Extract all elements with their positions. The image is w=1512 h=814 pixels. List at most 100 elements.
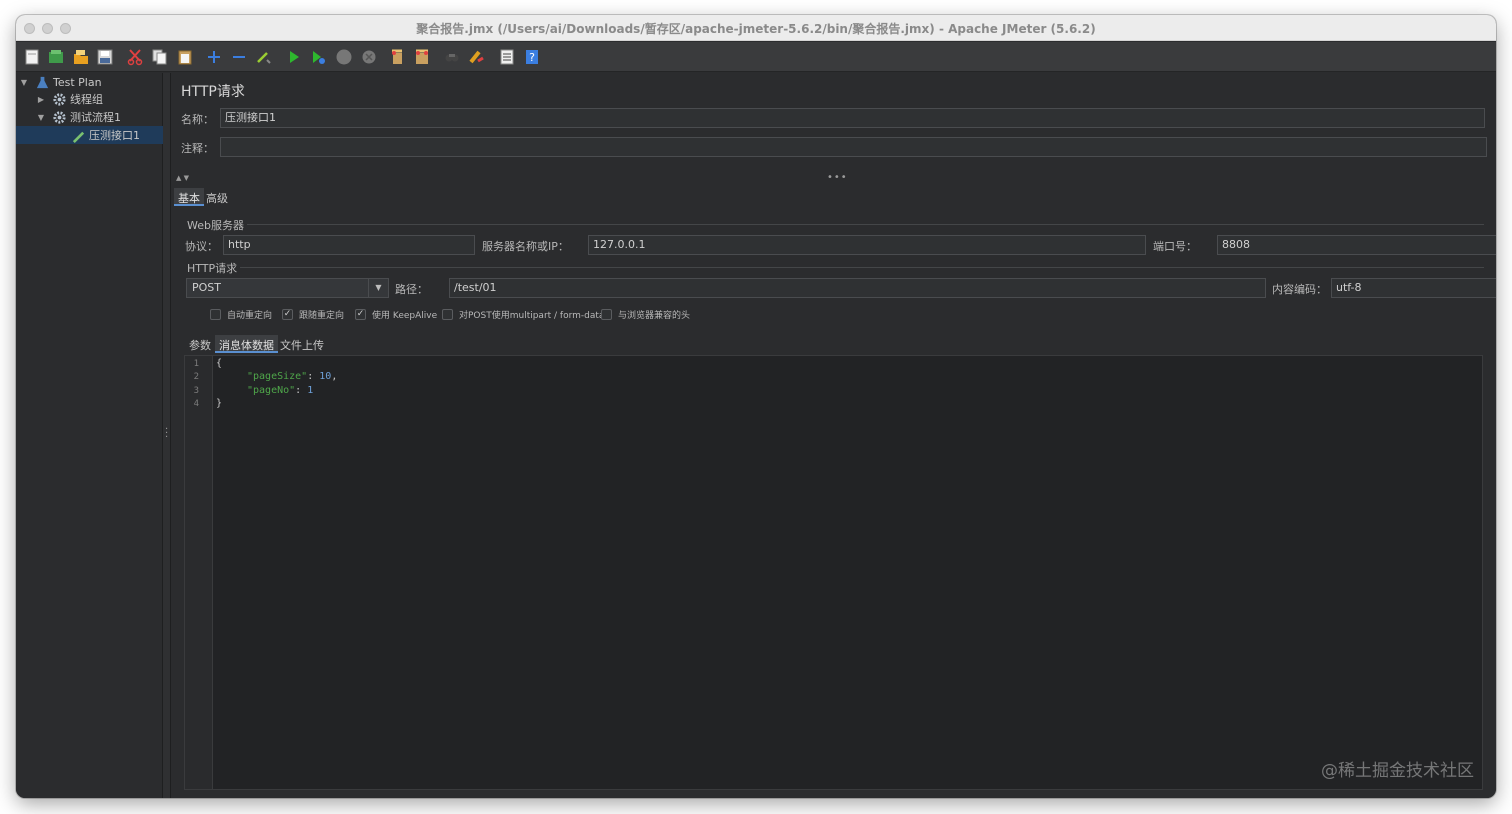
port-label: 端口号： bbox=[1153, 240, 1197, 253]
code-line-4: } bbox=[216, 398, 223, 409]
name-field[interactable]: 压测接口1 bbox=[220, 108, 1485, 128]
collapsed-caret-icon[interactable]: ▶ bbox=[36, 94, 46, 104]
expand-icon[interactable] bbox=[204, 47, 224, 67]
line-number: 2 bbox=[193, 372, 199, 382]
save-icon[interactable] bbox=[95, 47, 115, 67]
body-editor[interactable]: 1 2 3 4 { "pageSize": 10, "pageNo": 1 } … bbox=[184, 355, 1483, 790]
follow-redirect-checkbox[interactable]: ✓ 跟随重定向 bbox=[282, 308, 344, 321]
help-icon[interactable]: ? bbox=[522, 47, 542, 67]
gear-icon bbox=[51, 109, 67, 125]
tree-item-label: 线程组 bbox=[70, 93, 103, 106]
tab-parameters[interactable]: 参数 bbox=[185, 335, 215, 353]
stop-icon[interactable] bbox=[334, 47, 354, 67]
method-value: POST bbox=[192, 281, 221, 294]
search-icon[interactable] bbox=[442, 47, 462, 67]
pen-icon bbox=[70, 127, 86, 143]
browser-headers-checkbox[interactable]: 与浏览器兼容的头 bbox=[601, 308, 690, 321]
flask-icon bbox=[34, 74, 50, 90]
checkbox-box[interactable]: ✓ bbox=[282, 309, 293, 320]
start-no-pause-icon[interactable] bbox=[308, 47, 328, 67]
json-key: "pageSize" bbox=[247, 371, 308, 382]
up-down-arrows-icon[interactable]: ▲ ▼ bbox=[176, 174, 189, 182]
gear-icon bbox=[51, 91, 67, 107]
config-tabs: 基本 高级 bbox=[172, 185, 1496, 207]
json-key: "pageNo" bbox=[247, 385, 296, 396]
code-line-2: "pageSize": 10, bbox=[247, 371, 338, 382]
checkbox-box[interactable] bbox=[210, 309, 221, 320]
tree-item-test-plan[interactable]: ▼ Test Plan bbox=[16, 73, 163, 91]
tree-splitter[interactable]: · · · bbox=[163, 73, 171, 798]
toggle-icon[interactable] bbox=[254, 47, 274, 67]
copy-icon[interactable] bbox=[150, 47, 170, 67]
watermark: @稀土掘金技术社区 bbox=[1321, 761, 1474, 781]
group-divider bbox=[240, 267, 1484, 268]
chevron-down-icon[interactable]: ▼ bbox=[368, 279, 388, 297]
clear-all-icon[interactable] bbox=[412, 47, 432, 67]
toolbar: ? bbox=[16, 42, 1496, 72]
checkbox-box[interactable] bbox=[442, 309, 453, 320]
tree-item-label: 压测接口1 bbox=[89, 129, 140, 142]
checkbox-label: 自动重定向 bbox=[227, 311, 273, 321]
auto-redirect-checkbox[interactable]: 自动重定向 bbox=[210, 308, 272, 321]
json-value: 10 bbox=[319, 371, 332, 382]
line-number: 1 bbox=[193, 359, 199, 369]
protocol-label: 协议： bbox=[185, 240, 218, 253]
tab-file-upload[interactable]: 文件上传 bbox=[276, 335, 328, 353]
checkbox-label: 对POST使用multipart / form-data bbox=[459, 311, 605, 321]
cut-icon[interactable] bbox=[125, 47, 145, 67]
keepalive-checkbox[interactable]: ✓ 使用 KeepAlive bbox=[355, 308, 437, 321]
title-bar: 聚合报告.jmx (/Users/ai/Downloads/暂存区/apache… bbox=[16, 15, 1496, 41]
drag-handle-icon[interactable]: ••• bbox=[827, 172, 848, 183]
name-label: 名称： bbox=[181, 113, 214, 126]
checkbox-label: 使用 KeepAlive bbox=[372, 311, 438, 321]
line-number: 3 bbox=[193, 386, 199, 396]
paste-icon[interactable] bbox=[175, 47, 195, 67]
checkbox-box[interactable]: ✓ bbox=[355, 309, 366, 320]
checkbox-label: 与浏览器兼容的头 bbox=[618, 311, 691, 321]
tree-item-test-flow[interactable]: ▼ 测试流程1 bbox=[16, 108, 163, 126]
line-number: 4 bbox=[193, 399, 199, 409]
encoding-field[interactable]: utf-8 bbox=[1331, 278, 1496, 298]
templates-icon[interactable] bbox=[46, 47, 66, 67]
svg-text:?: ? bbox=[529, 51, 535, 64]
json-value: 1 bbox=[307, 385, 314, 396]
reset-search-icon[interactable] bbox=[467, 47, 487, 67]
path-label: 路径： bbox=[395, 283, 428, 296]
expanded-caret-icon[interactable]: ▼ bbox=[36, 112, 46, 122]
code-line-1: { bbox=[216, 358, 223, 369]
tab-basic[interactable]: 基本 bbox=[174, 188, 204, 206]
test-plan-tree: ▼ Test Plan ▶ 线程组 ▼ 测试流程1 压测接口1 bbox=[16, 73, 163, 798]
tree-item-thread-group[interactable]: ▶ 线程组 bbox=[16, 90, 163, 108]
function-helper-icon[interactable] bbox=[497, 47, 517, 67]
resize-bar[interactable]: ▲ ▼ ••• bbox=[172, 172, 1496, 184]
expanded-caret-icon[interactable]: ▼ bbox=[19, 77, 29, 87]
port-field[interactable]: 8808 bbox=[1217, 235, 1496, 255]
web-server-group-title: Web服务器 bbox=[187, 219, 244, 232]
multipart-checkbox[interactable]: 对POST使用multipart / form-data bbox=[442, 308, 604, 321]
group-divider bbox=[247, 224, 1484, 225]
splitter-grip-icon[interactable]: · · · bbox=[165, 425, 168, 443]
open-icon[interactable] bbox=[71, 47, 91, 67]
path-field[interactable]: /test/01 bbox=[449, 278, 1266, 298]
tree-item-label: 测试流程1 bbox=[70, 111, 121, 124]
checkbox-box[interactable] bbox=[601, 309, 612, 320]
tab-body-data[interactable]: 消息体数据 bbox=[215, 335, 278, 353]
comment-label: 注释： bbox=[181, 142, 214, 155]
clear-icon[interactable] bbox=[387, 47, 407, 67]
start-icon[interactable] bbox=[284, 47, 304, 67]
protocol-field[interactable]: http bbox=[223, 235, 475, 255]
collapse-icon[interactable] bbox=[229, 47, 249, 67]
line-number-gutter: 1 2 3 4 bbox=[185, 356, 213, 789]
method-select[interactable]: POST ▼ bbox=[186, 278, 389, 298]
encoding-label: 内容编码： bbox=[1272, 283, 1327, 296]
http-request-group-title: HTTP请求 bbox=[187, 262, 238, 275]
http-request-panel: HTTP请求 名称： 压测接口1 注释： ▲ ▼ ••• 基本 高级 Web服务… bbox=[172, 73, 1496, 798]
comment-field[interactable] bbox=[220, 137, 1487, 157]
jmeter-window: 聚合报告.jmx (/Users/ai/Downloads/暂存区/apache… bbox=[16, 15, 1496, 798]
tab-advanced[interactable]: 高级 bbox=[202, 188, 232, 206]
new-icon[interactable] bbox=[22, 47, 42, 67]
panel-title: HTTP请求 bbox=[181, 84, 245, 100]
server-field[interactable]: 127.0.0.1 bbox=[588, 235, 1146, 255]
shutdown-icon[interactable] bbox=[359, 47, 379, 67]
tree-item-http-request[interactable]: 压测接口1 bbox=[16, 126, 163, 144]
